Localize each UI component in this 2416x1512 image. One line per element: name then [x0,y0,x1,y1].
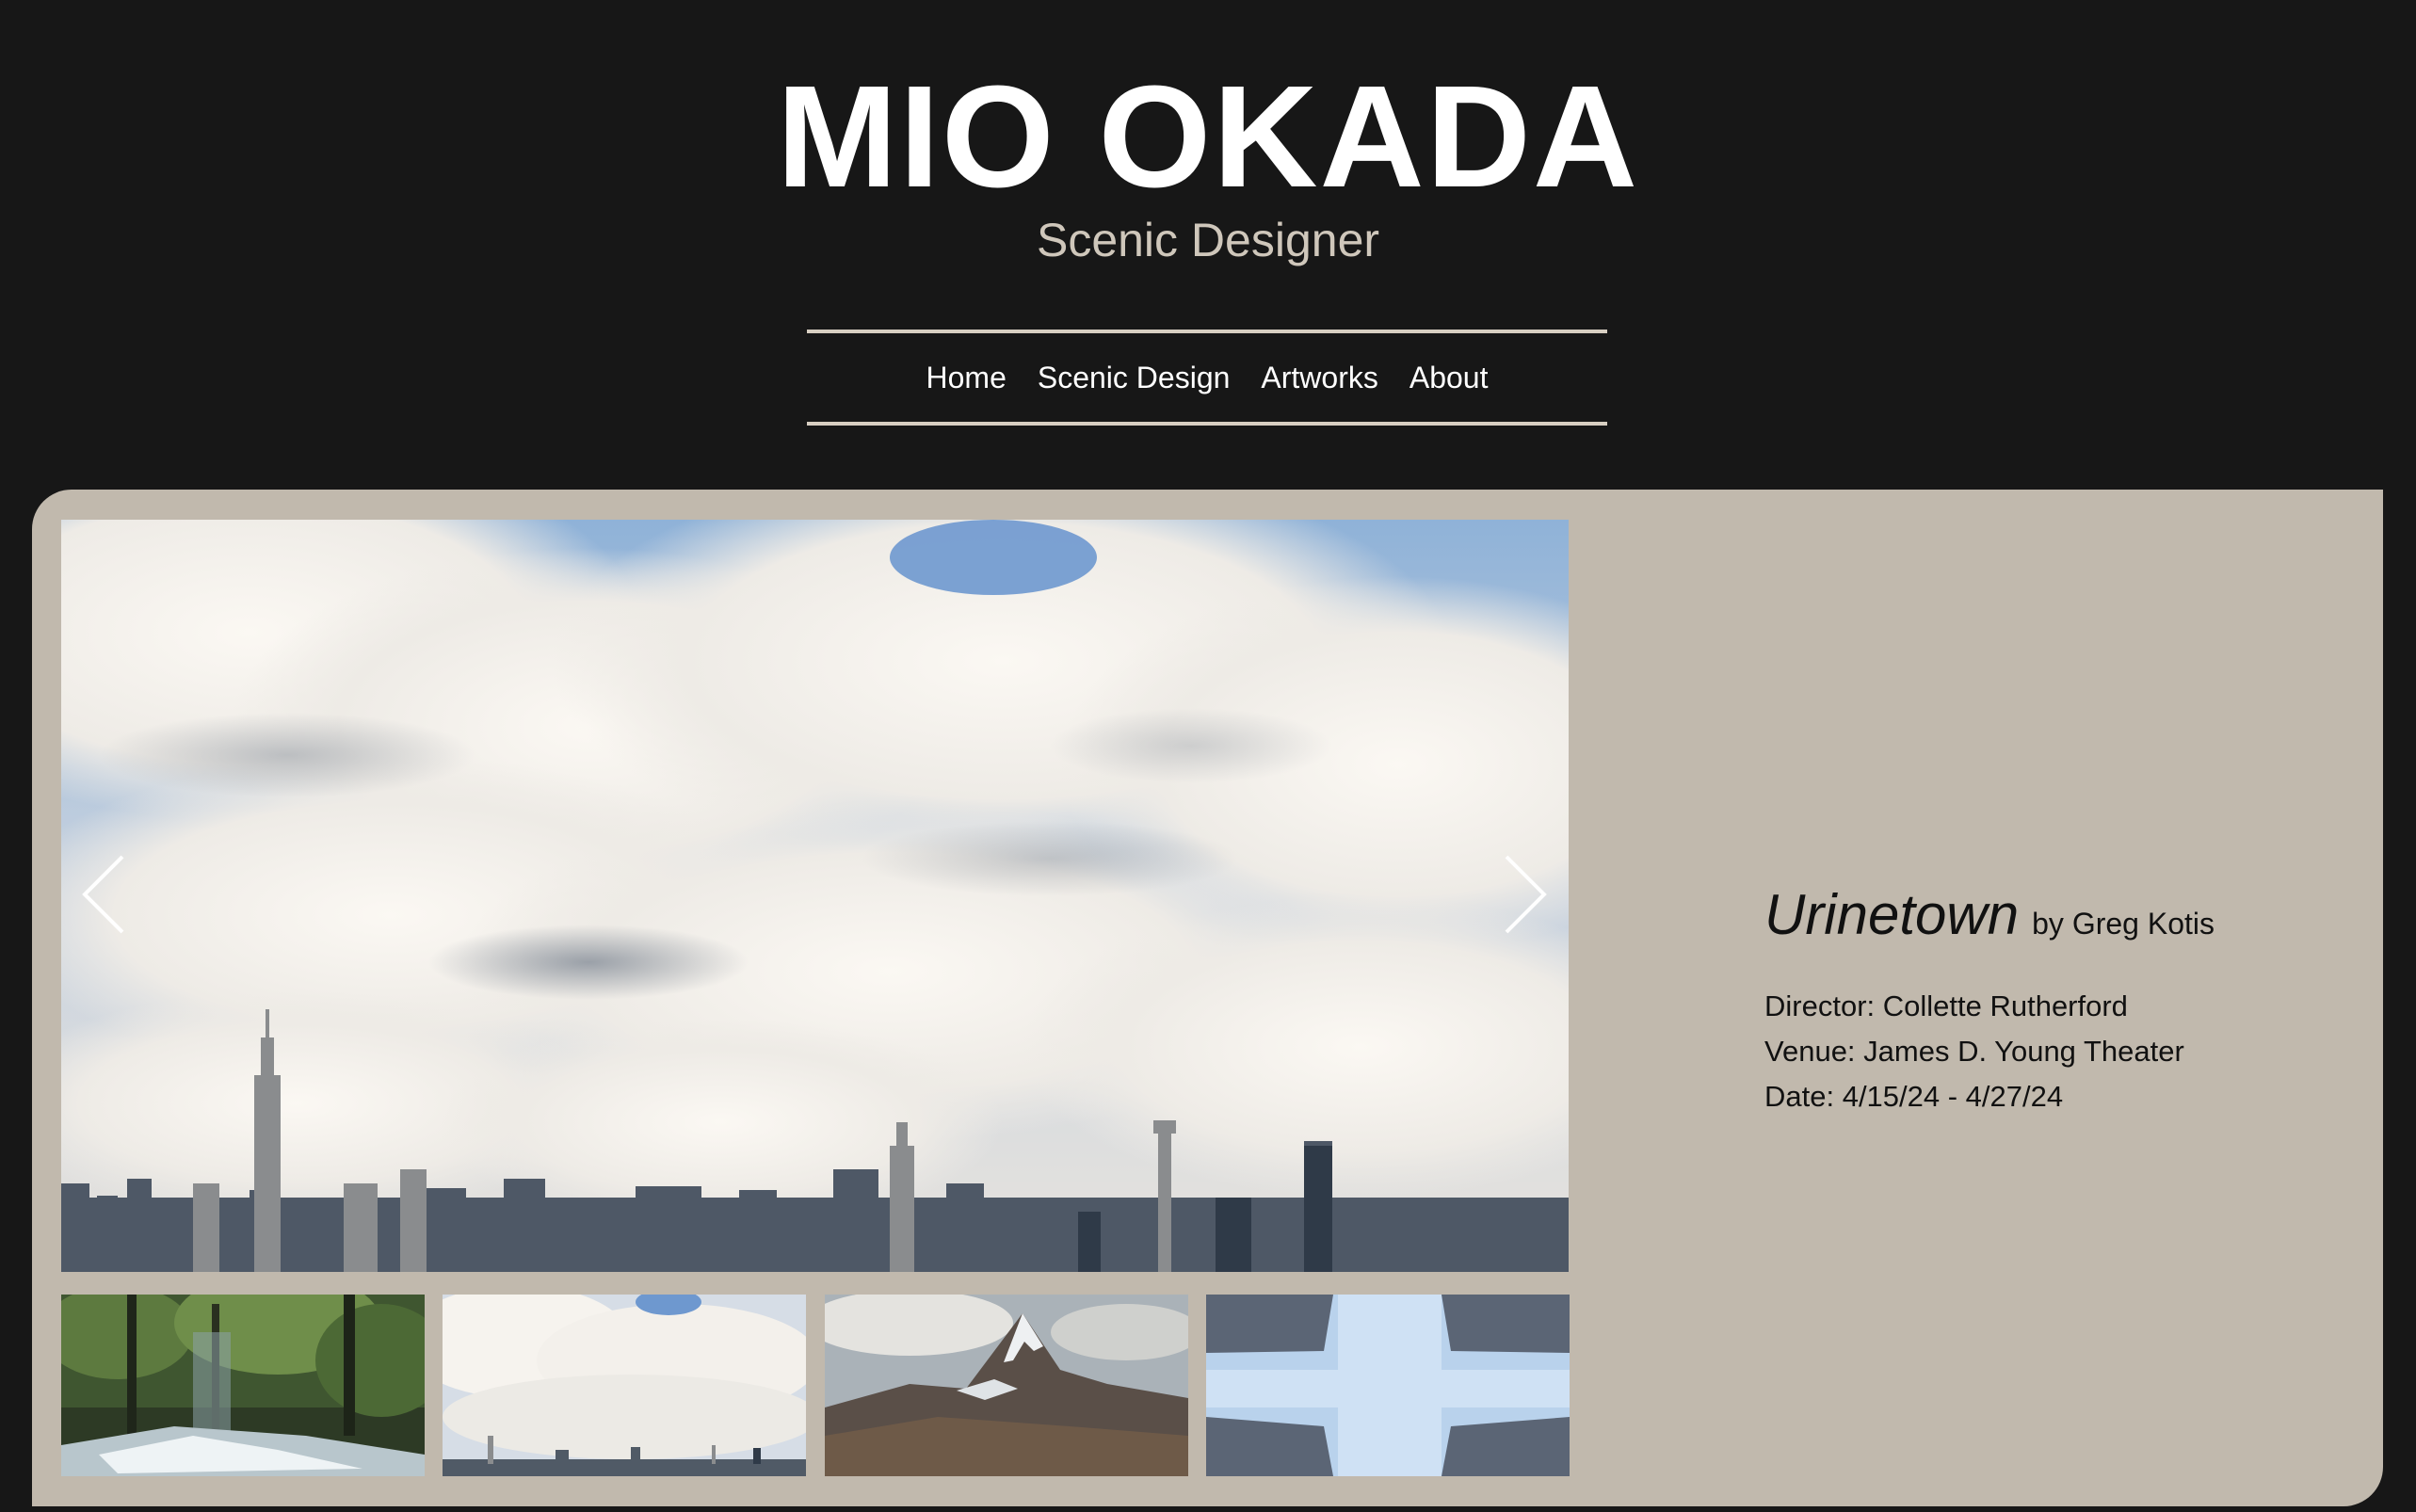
date-text: Date: 4/15/24 - 4/27/24 [1764,1080,2064,1113]
chevron-left-icon [82,855,124,934]
show-title-row: Urinetown by Greg Kotis [1764,880,2367,965]
gallery-next-button[interactable] [1488,847,1554,941]
main-nav: Home Scenic Design Artworks About [807,330,1607,426]
show-title: Urinetown [1764,883,2020,946]
gallery-thumbnail-forest[interactable] [61,1295,425,1476]
site-subtitle: Scenic Designer [1036,214,1380,266]
chevron-right-icon [1505,855,1547,934]
director-text: Director: Collette Rutherford [1764,989,2128,1022]
venue-text: Venue: James D. Young Theater [1764,1035,2184,1068]
gallery-main-image [61,520,1569,1272]
nav-scenic-design-link[interactable]: Scenic Design [1038,361,1231,395]
gallery-thumbnail-skyline[interactable] [443,1295,806,1476]
site-title: MIO OKADA [776,56,1640,217]
gallery-thumbnail-mountain[interactable] [825,1295,1188,1476]
gallery-thumbnail-buildings[interactable] [1206,1295,1570,1476]
nav-home-link[interactable]: Home [926,361,1007,395]
show-author: by Greg Kotis [2032,907,2215,941]
production-details: Director: Collette Rutherford Venue: Jam… [1764,984,2367,1119]
nav-about-link[interactable]: About [1409,361,1489,395]
gallery-prev-button[interactable] [75,847,141,941]
production-info: Urinetown by Greg Kotis Director: Collett… [1764,880,2367,1119]
nav-artworks-link[interactable]: Artworks [1261,361,1377,395]
